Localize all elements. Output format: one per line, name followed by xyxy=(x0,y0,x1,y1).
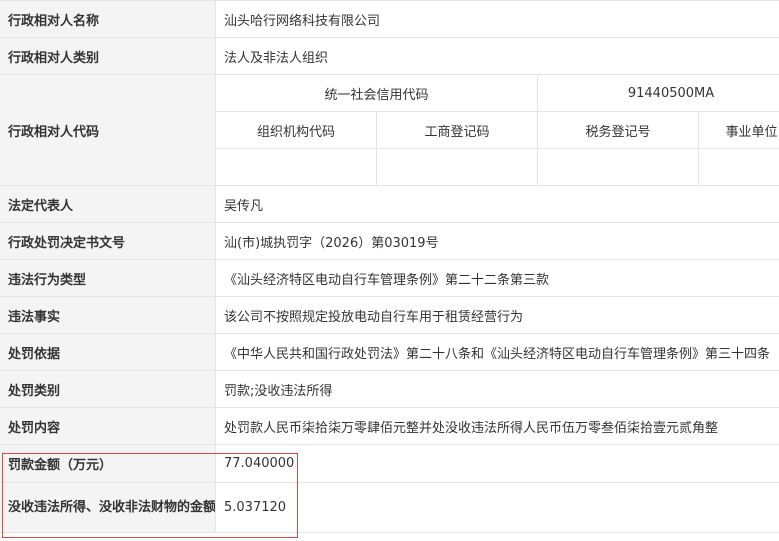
confiscation-label: 没收违法所得、没收非法财物的金额（万元） xyxy=(0,482,216,533)
row-legal-rep: 法定代表人 吴传凡 xyxy=(0,185,779,223)
fine-label: 罚款金额（万元） xyxy=(0,444,216,483)
content-label: 处罚内容 xyxy=(0,407,216,445)
row-confiscation: 没收违法所得、没收非法财物的金额（万元） 5.037120 xyxy=(0,482,779,533)
confiscation-value: 5.037120 xyxy=(214,482,779,533)
code-label: 行政相对人代码 xyxy=(0,74,216,186)
category-value: 法人及非法人组织 xyxy=(214,37,779,75)
row-basis: 处罚依据 《中华人民共和国行政处罚法》第二十八条和《汕头经济特区电动自行车管理条… xyxy=(0,333,779,371)
row-fine: 罚款金额（万元） 77.040000 xyxy=(0,444,779,483)
org-code-label: 组织机构代码 xyxy=(215,111,377,149)
institution-label: 事业单位 xyxy=(697,111,779,149)
row-decision-no: 行政处罚决定书文号 汕(市)城执罚字（2026）第03019号 xyxy=(0,222,779,260)
business-reg-label: 工商登记码 xyxy=(376,111,538,149)
tax-reg-value xyxy=(537,148,699,186)
facts-value: 该公司不按照规定投放电动自行车用于租赁经营行为 xyxy=(214,296,779,334)
content-value: 处罚款人民币柒拾柒万零肆佰元整并处没收违法所得人民币伍万零叁佰柒拾壹元贰角整 xyxy=(214,407,779,445)
row-code-header: 行政相对人代码 统一社会信用代码 91440500MA xyxy=(0,74,779,186)
tax-reg-label: 税务登记号 xyxy=(537,111,699,149)
legal-rep-value: 吴传凡 xyxy=(214,185,779,223)
name-value: 汕头哈行网络科技有限公司 xyxy=(214,0,779,38)
violation-type-label: 违法行为类型 xyxy=(0,259,216,297)
facts-label: 违法事实 xyxy=(0,296,216,334)
business-reg-value xyxy=(376,148,538,186)
row-facts: 违法事实 该公司不按照规定投放电动自行车用于租赁经营行为 xyxy=(0,296,779,334)
row-content: 处罚内容 处罚款人民币柒拾柒万零肆佰元整并处没收违法所得人民币伍万零叁佰柒拾壹元… xyxy=(0,407,779,445)
name-label: 行政相对人名称 xyxy=(0,0,216,38)
fine-value: 77.040000 xyxy=(214,444,779,483)
penalty-type-label: 处罚类别 xyxy=(0,370,216,408)
penalty-type-value: 罚款;没收违法所得 xyxy=(214,370,779,408)
credit-code-label: 统一社会信用代码 xyxy=(215,74,538,112)
penalty-info-table: 行政相对人名称 汕头哈行网络科技有限公司 行政相对人类别 法人及非法人组织 行政… xyxy=(0,0,779,533)
basis-label: 处罚依据 xyxy=(0,333,216,371)
org-code-value xyxy=(215,148,377,186)
row-penalty-type: 处罚类别 罚款;没收违法所得 xyxy=(0,370,779,408)
category-label: 行政相对人类别 xyxy=(0,37,216,75)
basis-value: 《中华人民共和国行政处罚法》第二十八条和《汕头经济特区电动自行车管理条例》第三十… xyxy=(214,333,779,371)
row-violation-type: 违法行为类型 《汕头经济特区电动自行车管理条例》第二十二条第三款 xyxy=(0,259,779,297)
decision-no-label: 行政处罚决定书文号 xyxy=(0,222,216,260)
legal-rep-label: 法定代表人 xyxy=(0,185,216,223)
row-category: 行政相对人类别 法人及非法人组织 xyxy=(0,37,779,75)
decision-no-value: 汕(市)城执罚字（2026）第03019号 xyxy=(214,222,779,260)
violation-type-value: 《汕头经济特区电动自行车管理条例》第二十二条第三款 xyxy=(214,259,779,297)
institution-value xyxy=(697,148,779,186)
credit-code-value: 91440500MA xyxy=(536,74,779,112)
row-name: 行政相对人名称 汕头哈行网络科技有限公司 xyxy=(0,0,779,38)
